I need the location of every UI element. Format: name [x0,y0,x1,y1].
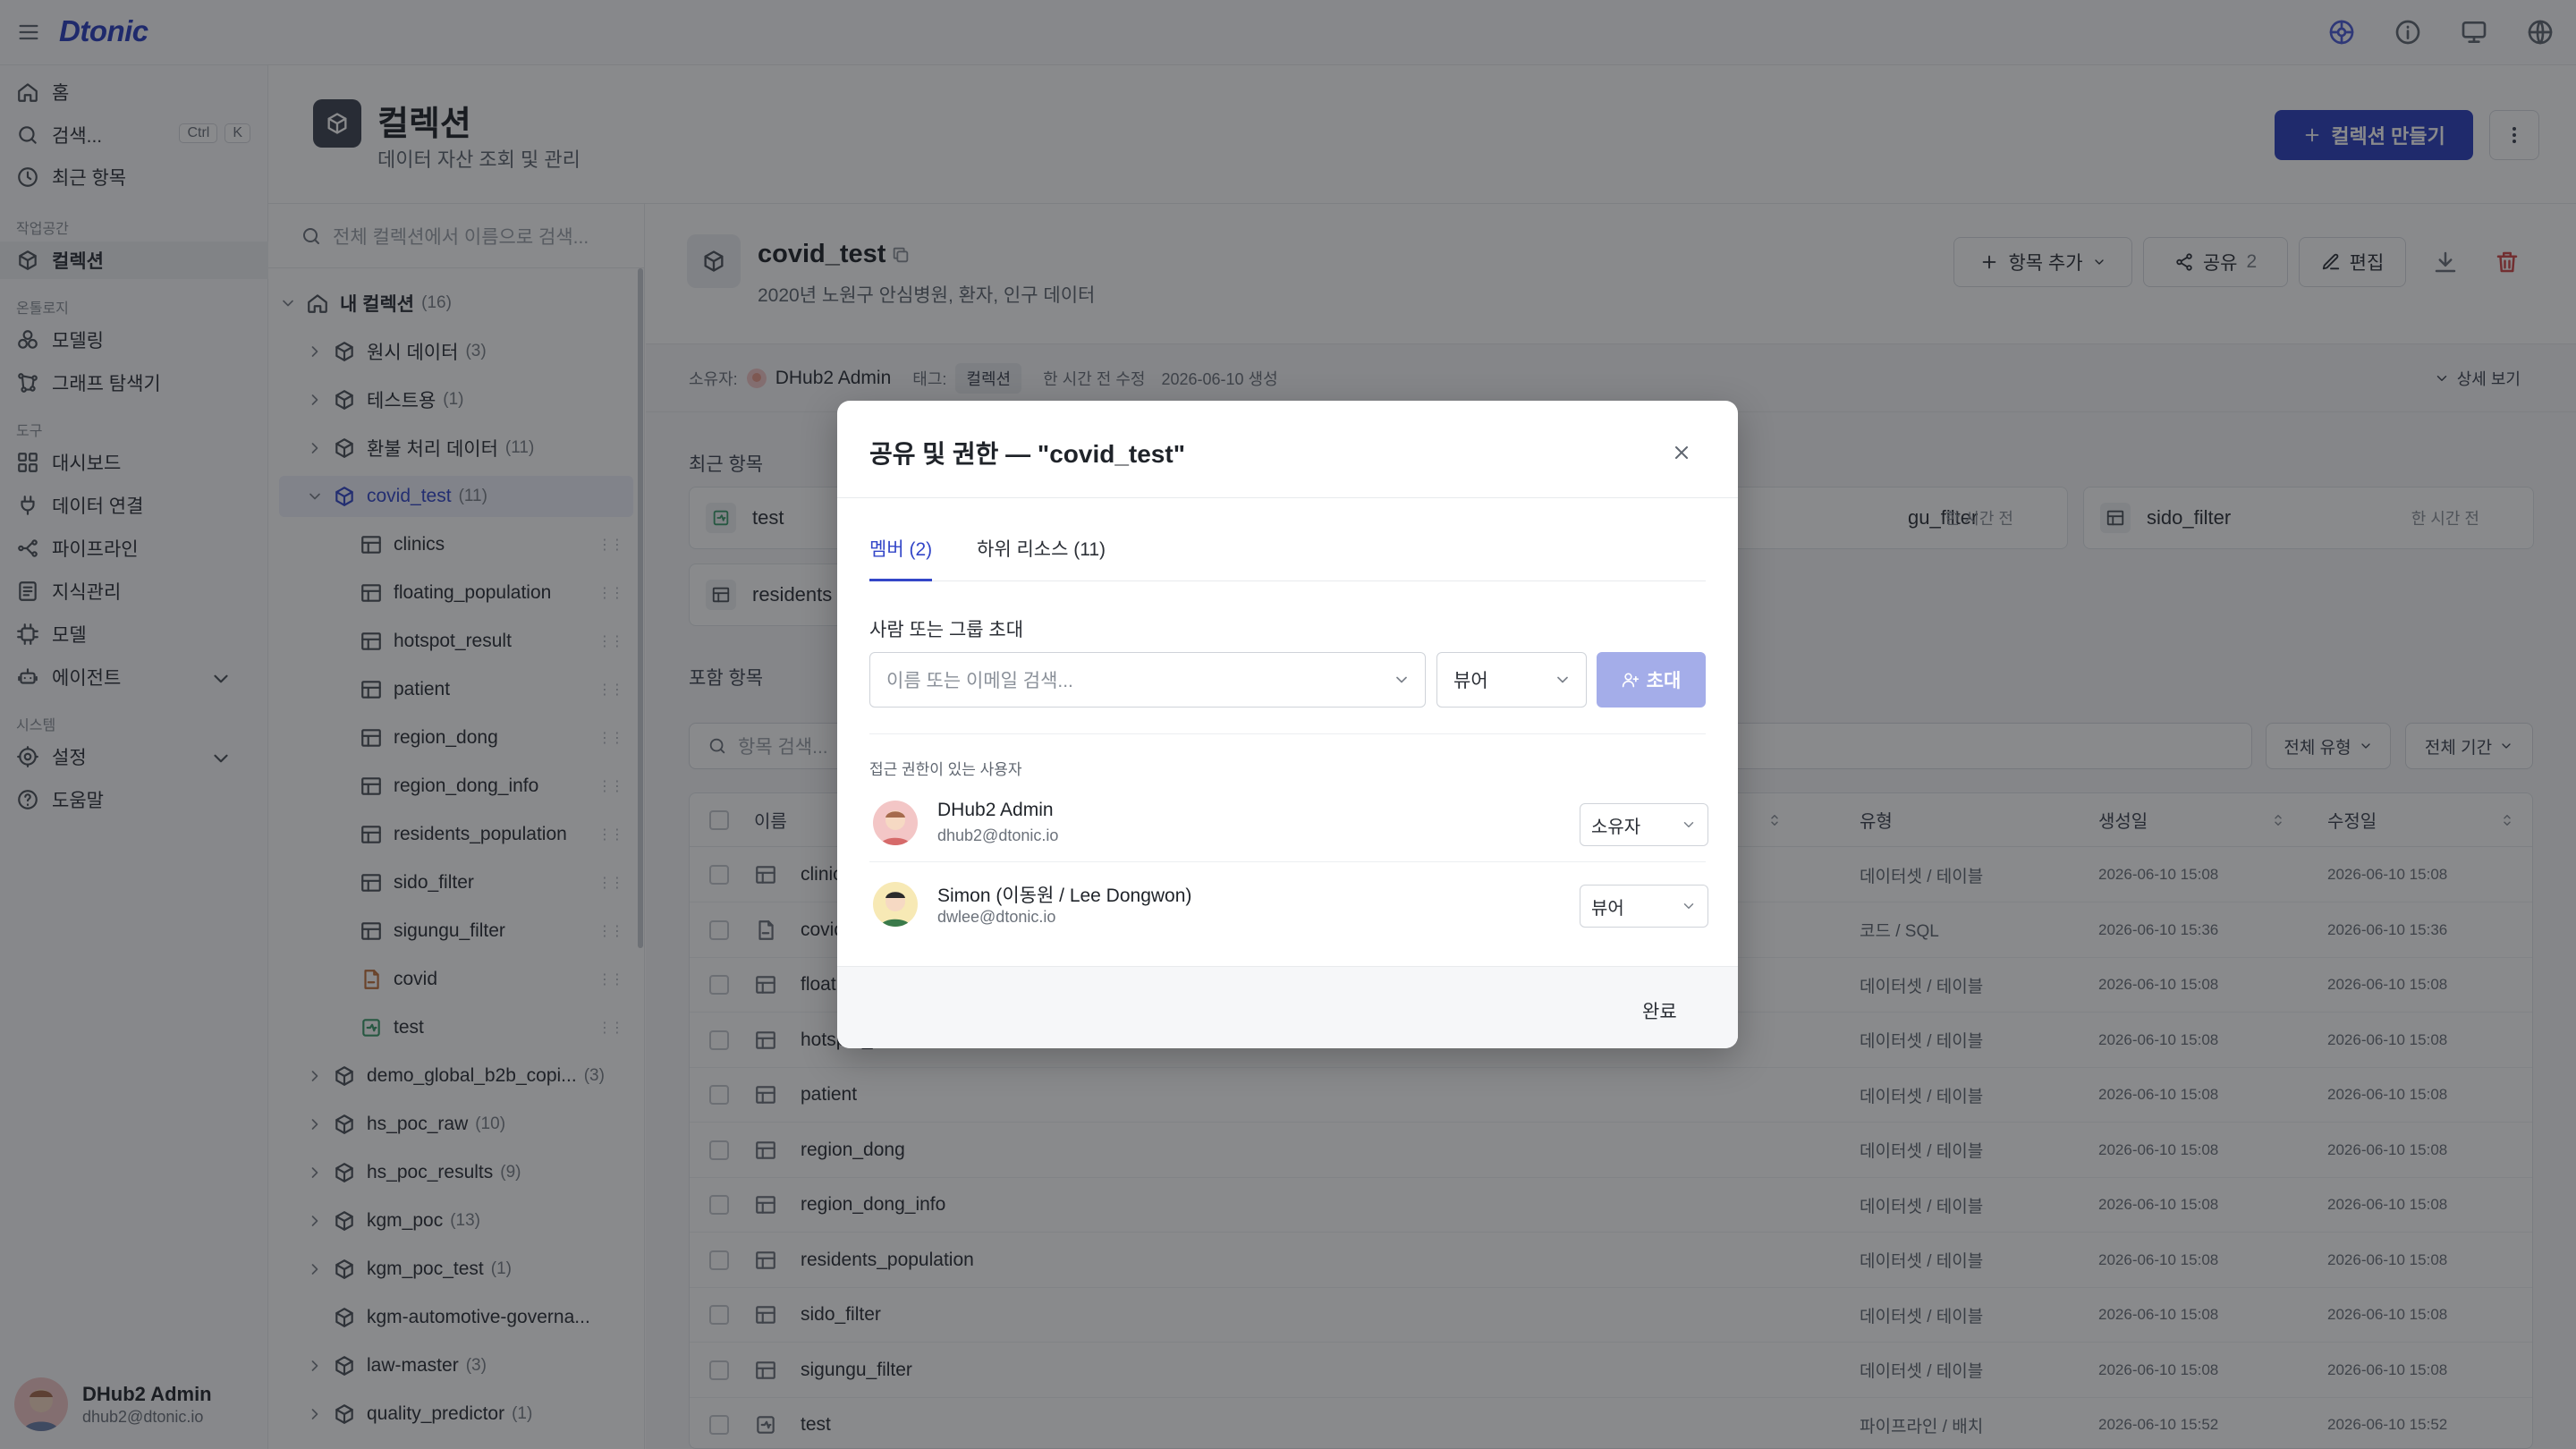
user-plus-icon [1622,671,1640,689]
chevron-down-icon [1681,898,1697,914]
member-email: dwlee@dtonic.io [937,908,1056,926]
chevron-down-icon [1681,817,1697,833]
dialog-footer: 완료 [837,966,1738,1048]
invite-label: 사람 또는 그룹 초대 [869,620,1024,640]
tab-members[interactable]: 멤버 (2) [869,535,933,581]
close-icon[interactable] [1671,442,1692,463]
done-button[interactable]: 완료 [1642,997,1677,1024]
avatar [873,801,918,845]
dialog-tabs: 멤버 (2) 하위 리소스 (11) [869,535,1706,581]
invite-button[interactable]: 초대 [1597,652,1706,708]
member-name: Simon (이동원 / Lee Dongwon) [937,886,1192,906]
member-row: DHub2 Admin dhub2@dtonic.io 소유자 [869,782,1708,862]
member-role-select[interactable]: 소유자 [1580,803,1708,846]
member-email: dhub2@dtonic.io [937,826,1059,844]
access-label: 접근 권한이 있는 사용자 [869,761,1022,778]
invite-role-select[interactable]: 뷰어 [1436,652,1587,708]
avatar [873,882,918,927]
chevron-down-icon [1393,671,1411,689]
dialog-title: 공유 및 권한 — "covid_test" [869,440,1185,468]
member-name: DHub2 Admin [937,800,1054,820]
member-role-select[interactable]: 뷰어 [1580,885,1708,928]
invite-search-input[interactable]: 이름 또는 이메일 검색... [869,652,1426,708]
chevron-down-icon [1554,671,1572,689]
share-permissions-dialog: 공유 및 권한 — "covid_test" 멤버 (2) 하위 리소스 (11… [837,401,1738,1048]
member-row: Simon (이동원 / Lee Dongwon) dwlee@dtonic.i… [869,863,1708,944]
tab-sub-resources[interactable]: 하위 리소스 (11) [977,535,1106,581]
